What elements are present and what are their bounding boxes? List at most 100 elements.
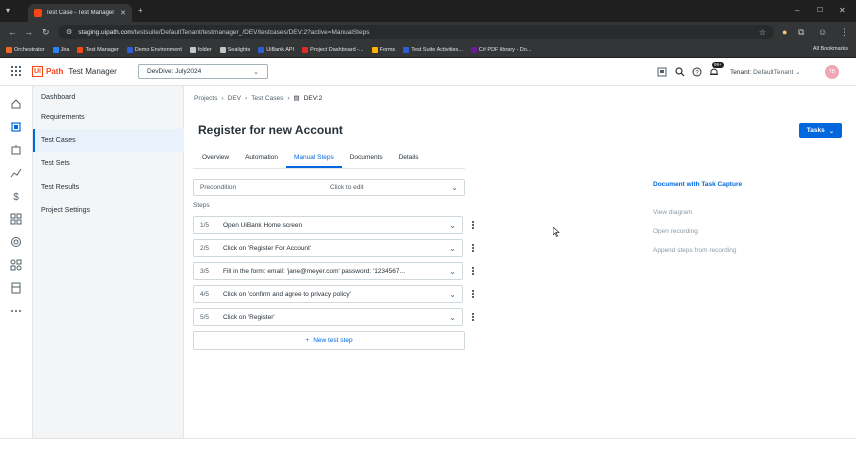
reload-icon[interactable]: ↻ bbox=[42, 27, 50, 37]
nav-item-project-settings[interactable]: Project Settings bbox=[33, 199, 184, 222]
open-recording-link[interactable]: Open recording bbox=[653, 228, 698, 235]
close-tab-icon[interactable]: ✕ bbox=[120, 9, 126, 17]
project-name: DevDive: July2024 bbox=[147, 68, 202, 75]
bookmark-item[interactable]: Demo Environment bbox=[126, 46, 182, 53]
at-sign-icon[interactable] bbox=[10, 236, 22, 248]
step-number: 5/5 bbox=[200, 313, 210, 321]
avatar[interactable]: TB bbox=[825, 65, 839, 79]
insights-icon[interactable] bbox=[10, 167, 22, 179]
all-bookmarks-button[interactable]: All Bookmarks bbox=[813, 46, 848, 52]
step-menu-icon[interactable] bbox=[470, 289, 476, 299]
back-icon[interactable]: ← bbox=[8, 27, 17, 37]
chevron-down-icon[interactable]: ⌄ bbox=[449, 290, 456, 299]
url-field[interactable]: ⚙ staging.uipath.com/testsuite/DefaultTe… bbox=[58, 25, 774, 39]
profile-icon[interactable]: ☺ bbox=[818, 27, 827, 37]
bookmark-star-icon[interactable]: ☆ bbox=[759, 28, 766, 37]
close-window-icon[interactable]: ✕ bbox=[839, 6, 846, 16]
chevron-down-icon[interactable]: ⌄ bbox=[449, 313, 456, 322]
breadcrumb-test-cases[interactable]: Test Cases bbox=[251, 95, 283, 102]
nav-item-requirements[interactable]: Requirements bbox=[33, 106, 184, 129]
chrome-menu-icon[interactable]: ⋮ bbox=[840, 27, 849, 37]
step-menu-icon[interactable] bbox=[470, 220, 476, 230]
tasks-button[interactable]: Tasks ⌄ bbox=[799, 123, 842, 138]
view-diagram-link[interactable]: View diagram bbox=[653, 209, 692, 216]
bookmark-item[interactable]: Jira bbox=[52, 46, 69, 53]
product-name: Test Manager bbox=[68, 67, 117, 76]
precondition-field[interactable]: Precondition Click to edit ⌄ bbox=[193, 179, 465, 196]
data-service-icon[interactable] bbox=[10, 282, 22, 294]
bookmark-icon bbox=[371, 46, 378, 53]
document-with-task-capture-link[interactable]: Document with Task Capture bbox=[653, 181, 742, 188]
step-row[interactable]: 3/5 Fill in the form: email: 'jane@meyer… bbox=[193, 262, 463, 280]
bookmark-item[interactable]: C# PDF library - Do... bbox=[470, 46, 531, 53]
chevron-down-icon[interactable]: ⌄ bbox=[451, 183, 458, 192]
app-header: Ui Path Test Manager DevDive: July2024 ⌄… bbox=[0, 58, 856, 86]
integrations-icon[interactable] bbox=[10, 259, 22, 271]
minimize-icon[interactable]: – bbox=[795, 6, 799, 16]
nav-item-test-sets[interactable]: Test Sets bbox=[33, 152, 184, 175]
extension-icon[interactable]: ● bbox=[782, 27, 787, 37]
bookmark-icon bbox=[258, 46, 265, 53]
maximize-icon[interactable]: ☐ bbox=[817, 6, 823, 16]
new-tab-icon[interactable]: + bbox=[138, 6, 143, 16]
tab-documents[interactable]: Documents bbox=[342, 150, 391, 168]
extensions-puzzle-icon[interactable]: ⧉ bbox=[798, 27, 804, 37]
currency-icon[interactable]: $ bbox=[10, 190, 22, 202]
tab-automation[interactable]: Automation bbox=[237, 150, 286, 168]
bookmark-item[interactable]: Test Suite Activities... bbox=[403, 46, 463, 53]
forward-icon[interactable]: → bbox=[24, 27, 33, 37]
step-menu-icon[interactable] bbox=[470, 266, 476, 276]
chevron-down-icon[interactable]: ⌄ bbox=[449, 221, 456, 230]
site-info-icon[interactable]: ⚙ bbox=[66, 28, 72, 36]
bookmark-label: Project Dashboard -... bbox=[310, 46, 364, 53]
tab-search-icon[interactable]: ▾ bbox=[6, 6, 10, 16]
tasks-button-label: Tasks bbox=[806, 127, 825, 134]
more-icon[interactable] bbox=[10, 305, 22, 317]
bookmark-item[interactable]: UiBank API bbox=[258, 46, 294, 53]
step-text: Click on 'Register For Account' bbox=[223, 244, 312, 252]
bookmark-item[interactable]: Test Manager bbox=[77, 46, 119, 53]
tenant-selector[interactable]: Tenant: DefaultTenant ⌄ bbox=[730, 68, 801, 76]
home-icon[interactable] bbox=[10, 98, 22, 110]
nav-item-test-results[interactable]: Test Results bbox=[33, 176, 184, 199]
tab-manual-steps[interactable]: Manual Steps bbox=[285, 150, 342, 168]
search-icon[interactable] bbox=[675, 67, 685, 77]
append-steps-link[interactable]: Append steps from recording bbox=[653, 247, 736, 254]
step-menu-icon[interactable] bbox=[470, 312, 476, 322]
step-row[interactable]: 1/5 Open UiBank Home screen ⌄ bbox=[193, 216, 463, 234]
url-path: /testsuite/DefaultTenant/testmanager_/DE… bbox=[132, 28, 370, 36]
app-launcher-icon[interactable] bbox=[11, 66, 21, 76]
automation-icon[interactable] bbox=[10, 144, 22, 156]
bookmark-item[interactable]: Orchestrator bbox=[6, 46, 45, 53]
step-row[interactable]: 5/5 Click on 'Register' ⌄ bbox=[193, 308, 463, 326]
bookmark-item[interactable]: Forms bbox=[371, 46, 395, 53]
nav-item-test-cases[interactable]: Test Cases bbox=[33, 129, 184, 152]
breadcrumb-projects[interactable]: Projects bbox=[194, 95, 217, 102]
step-row[interactable]: 2/5 Click on 'Register For Account' ⌄ bbox=[193, 239, 463, 257]
chevron-down-icon[interactable]: ⌄ bbox=[449, 267, 456, 276]
step-row[interactable]: 4/5 Click on 'confirm and agree to priva… bbox=[193, 285, 463, 303]
tab-overview[interactable]: Overview bbox=[194, 150, 237, 168]
notifications-bell-icon[interactable] bbox=[709, 67, 719, 77]
bookmark-item[interactable]: folder bbox=[189, 46, 212, 53]
tab-details[interactable]: Details bbox=[391, 150, 427, 168]
browser-tab[interactable]: Test Case - Test Manager ✕ bbox=[28, 4, 132, 22]
project-selector[interactable]: DevDive: July2024 ⌄ bbox=[138, 64, 268, 79]
test-manager-icon[interactable] bbox=[10, 121, 22, 133]
breadcrumb-dev[interactable]: DEV bbox=[228, 95, 241, 102]
precondition-edit[interactable]: Click to edit bbox=[330, 184, 364, 191]
bookmark-item[interactable]: Sealights bbox=[219, 46, 250, 53]
bookmark-item[interactable]: Project Dashboard -... bbox=[302, 46, 364, 53]
bookmark-icon bbox=[126, 46, 133, 53]
uipath-logo[interactable]: Ui Path Test Manager bbox=[32, 66, 117, 77]
help-icon[interactable]: ? bbox=[692, 67, 702, 77]
apps-icon[interactable] bbox=[10, 213, 22, 225]
chevron-down-icon: ⌄ bbox=[253, 68, 259, 76]
uipath-favicon-icon bbox=[34, 9, 42, 17]
step-text: Click on 'Register' bbox=[223, 313, 275, 321]
new-test-step-button[interactable]: + New test step bbox=[193, 331, 465, 350]
task-capture-icon[interactable] bbox=[657, 67, 667, 77]
step-menu-icon[interactable] bbox=[470, 243, 476, 253]
bookmarks-bar: Orchestrator Jira Test Manager Demo Environ… bbox=[0, 42, 856, 58]
chevron-down-icon[interactable]: ⌄ bbox=[449, 244, 456, 253]
